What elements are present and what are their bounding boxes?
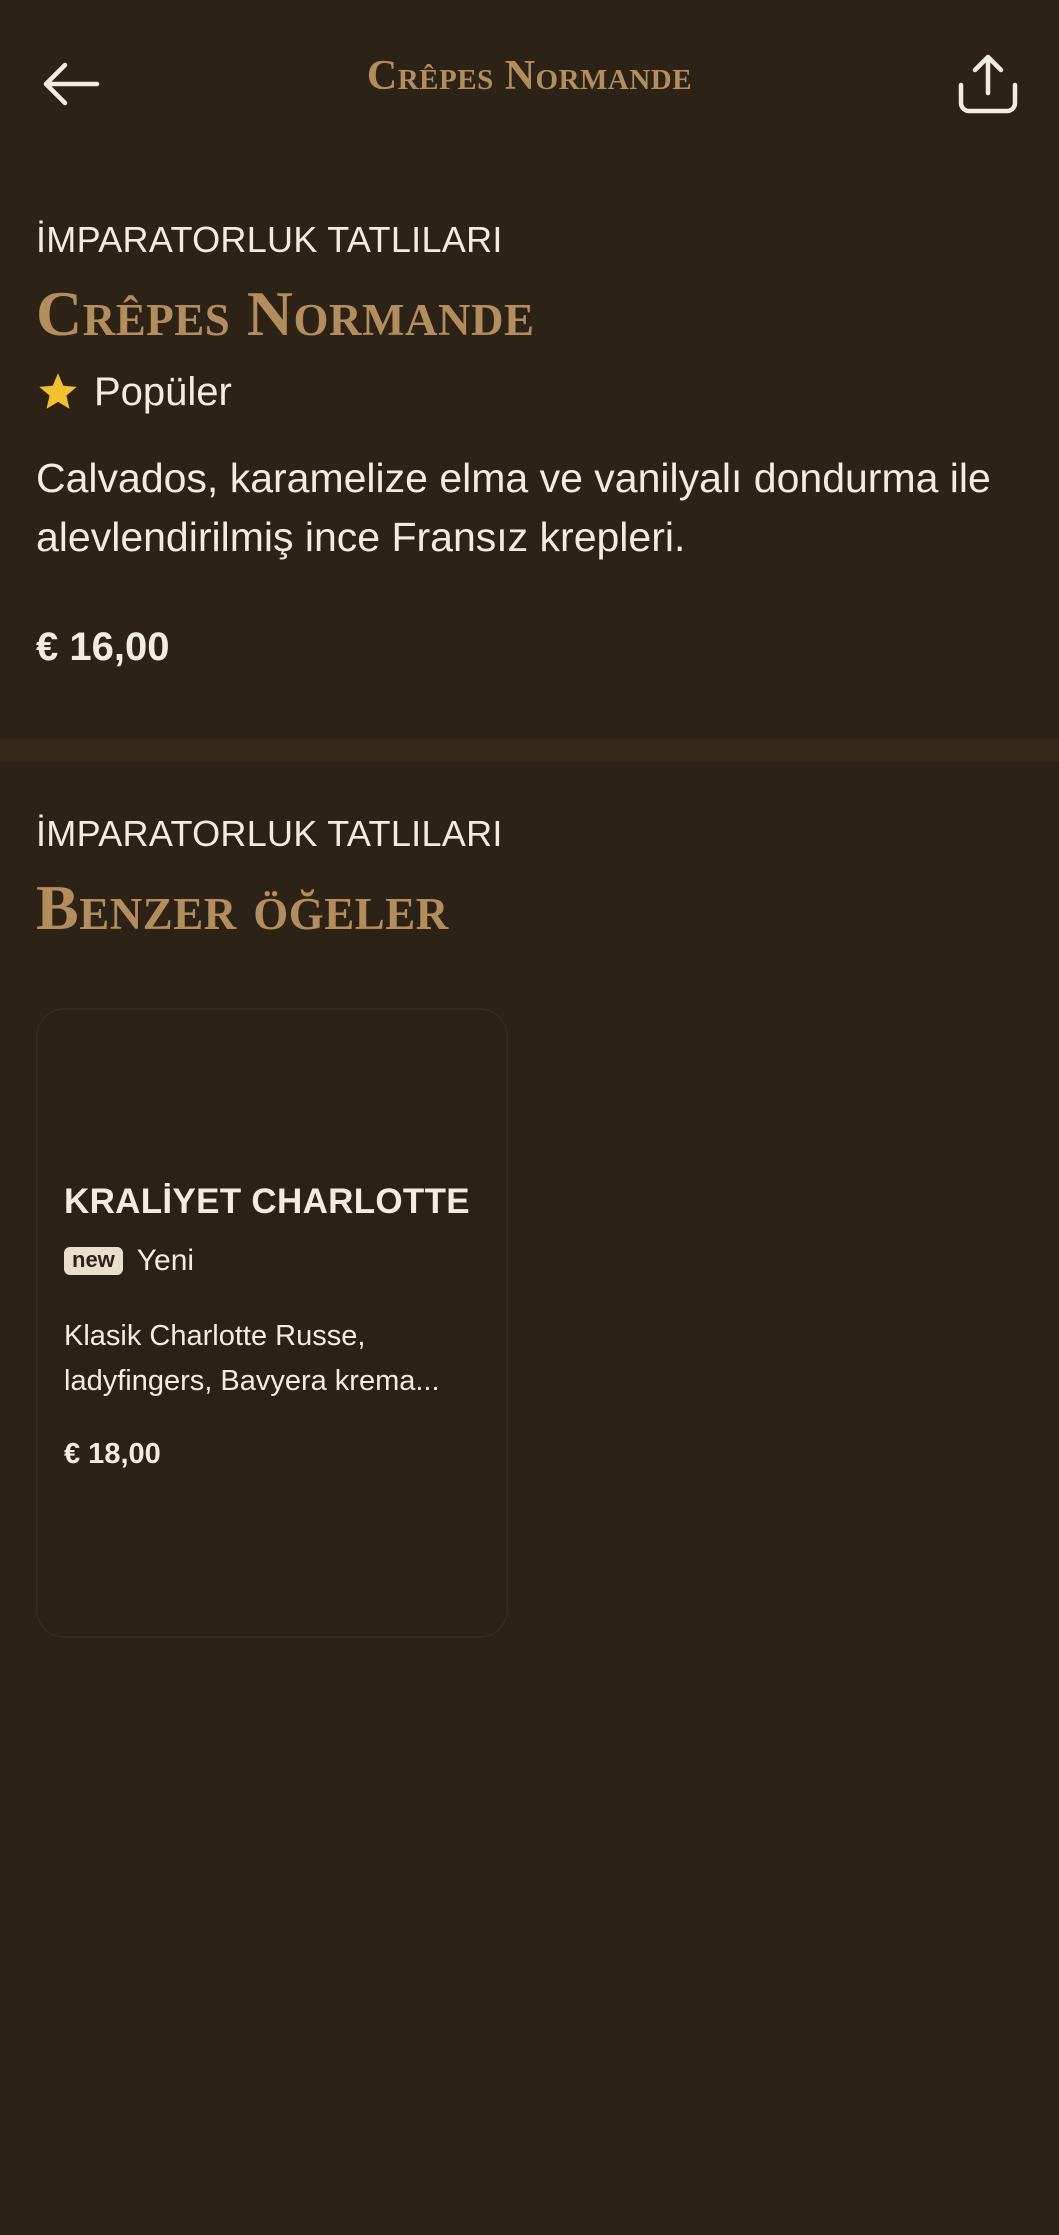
new-pill: new	[64, 1247, 123, 1275]
share-button[interactable]	[951, 48, 1025, 120]
header-title: Crêpes Normande	[366, 53, 693, 99]
card-description: Klasik Charlotte Russe, ladyfingers, Bav…	[64, 1314, 482, 1404]
new-badge: new Yeni	[64, 1244, 482, 1278]
similar-heading: Benzer öğeler	[36, 872, 449, 944]
top-app-bar: Crêpes Normande	[0, 0, 1059, 165]
badge-label: Popüler	[94, 369, 232, 414]
item-name: Crêpes Normande	[36, 278, 535, 350]
similar-item-card[interactable]: KRALİYET CHARLOTTE new Yeni Klasik Charl…	[36, 1008, 508, 1638]
card-description-line: ladyfingers, Bavyera krema...	[64, 1364, 440, 1397]
star-icon	[36, 370, 80, 414]
item-detail: İMPARATORLUK TATLILARI Crêpes Normande P…	[36, 218, 1026, 670]
item-price: € 16,00	[36, 625, 170, 670]
similar-category: İMPARATORLUK TATLILARI	[36, 813, 503, 854]
card-description-line: Klasik Charlotte Russe,	[64, 1320, 366, 1352]
item-category: İMPARATORLUK TATLILARI	[36, 219, 503, 260]
share-icon	[958, 54, 1018, 114]
card-price: € 18,00	[64, 1438, 161, 1470]
card-title: KRALİYET CHARLOTTE	[64, 1182, 470, 1221]
section-divider	[0, 738, 1059, 762]
item-description: Calvados, karamelize elma ve vanilyalı d…	[36, 454, 991, 561]
similar-items-section: İMPARATORLUK TATLILARI Benzer öğeler	[36, 812, 1026, 944]
new-badge-label: Yeni	[136, 1244, 195, 1277]
popular-badge: Popüler	[36, 370, 1026, 415]
